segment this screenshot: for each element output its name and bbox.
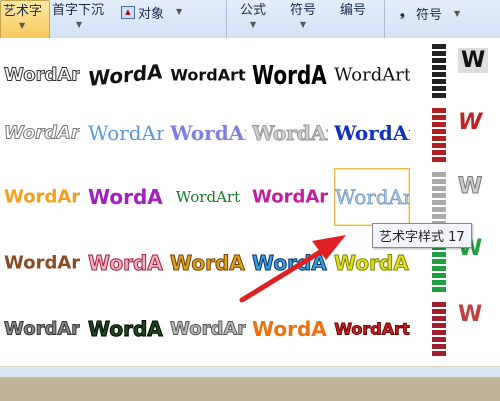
symbol-button[interactable]: 符号 ▼ bbox=[286, 0, 326, 38]
chevron-down-icon: ▼ bbox=[176, 7, 183, 16]
wordart-sample: WordArt bbox=[170, 251, 246, 276]
wordart-style-20[interactable]: WordArt bbox=[88, 234, 164, 292]
chevron-down-icon: ▼ bbox=[300, 20, 307, 29]
wordart-w-style[interactable]: W bbox=[457, 174, 498, 214]
wordart-sample: WordArt bbox=[252, 251, 328, 276]
wordart-sample: WordArt bbox=[88, 57, 164, 92]
wordart-sample: WordArt bbox=[88, 317, 164, 342]
wordart-style-22[interactable]: WordArt bbox=[252, 234, 328, 292]
ribbon-separator bbox=[384, 0, 385, 38]
wordart-vertical-sample bbox=[432, 172, 446, 226]
wordart-style-27[interactable]: WordArt bbox=[170, 300, 246, 358]
formula-button-label: 公式 bbox=[240, 3, 267, 18]
wordart-w-style[interactable]: W bbox=[458, 110, 498, 150]
wordart-vertical-sample bbox=[432, 302, 446, 356]
style-tooltip: 艺术字样式 17 bbox=[372, 223, 472, 248]
wordart-vertical-style[interactable] bbox=[428, 300, 450, 358]
wordart-sample: WordArt bbox=[4, 122, 80, 144]
wordart-style-3[interactable]: WordArt bbox=[170, 46, 246, 104]
wordart-vertical-style[interactable] bbox=[428, 42, 450, 100]
wordart-style-1[interactable]: WordArt bbox=[4, 46, 80, 104]
wordart-sample: WordArt bbox=[4, 64, 80, 86]
wordart-sample: WordArt bbox=[252, 121, 328, 146]
chevron-down-icon: ▼ bbox=[76, 20, 83, 29]
wordart-style-4[interactable]: WordArt bbox=[252, 46, 328, 104]
wordart-sample: WordArt bbox=[335, 185, 409, 210]
ribbon-separator bbox=[226, 0, 227, 38]
wordart-style-11[interactable]: WordArt bbox=[334, 104, 410, 162]
symbol-dropdown-label: 符号 bbox=[416, 8, 443, 23]
status-bar bbox=[0, 366, 500, 401]
symbol-dropdown-button[interactable]: ❟ 符号 ▼ bbox=[396, 0, 470, 38]
wordart-sample: WordArt bbox=[170, 318, 246, 340]
wordart-vertical-sample bbox=[432, 108, 446, 162]
wordart-sample: WordArt bbox=[4, 186, 80, 208]
chevron-down-icon: ▼ bbox=[250, 20, 257, 29]
wordart-sample: WordArt bbox=[88, 121, 164, 145]
wordart-sample: WordArt bbox=[334, 319, 410, 339]
wordart-style-26[interactable]: WordArt bbox=[88, 300, 164, 358]
wordart-vertical-style[interactable] bbox=[428, 106, 450, 164]
wordart-style-21[interactable]: WordArt bbox=[170, 234, 246, 292]
number-button-label: 编号 bbox=[340, 3, 367, 18]
object-button[interactable]: ▲ 对象 ▼ bbox=[118, 0, 188, 38]
wordart-sample: WordArt bbox=[88, 185, 164, 209]
wordart-style-5[interactable]: WordArt bbox=[334, 46, 410, 104]
dropcap-button-label: 首字下沉 bbox=[52, 3, 105, 18]
wordart-sample: WordArt bbox=[252, 59, 328, 91]
wordart-sample: WordArt bbox=[334, 64, 410, 86]
formula-button[interactable]: 公式 ▼ bbox=[236, 0, 276, 38]
wordart-sample: WordArt bbox=[252, 186, 328, 208]
wordart-gallery: WordArt WordArt WordArt WordArt WordArt … bbox=[0, 38, 500, 366]
wordart-style-19[interactable]: WordArt bbox=[4, 234, 80, 292]
wordart-button-label: 艺术字 bbox=[3, 4, 43, 19]
ribbon: 艺术字 ▼ 首字下沉 ▼ ▲ 对象 ▼ 公式 ▼ 符号 ▼ 编号 ❟ 符号 ▼ bbox=[0, 0, 500, 40]
wordart-w-sample: W bbox=[458, 302, 483, 327]
wordart-sample: WordArt bbox=[88, 251, 164, 276]
wordart-sample: WordArt bbox=[334, 251, 410, 276]
number-button[interactable]: 编号 bbox=[336, 0, 376, 38]
wordart-w-sample: W bbox=[458, 110, 483, 135]
wordart-style-7[interactable]: WordArt bbox=[4, 104, 80, 162]
wordart-style-15[interactable]: WordArt bbox=[170, 168, 246, 226]
wordart-sample: WordArt bbox=[170, 65, 246, 85]
wordart-style-16[interactable]: WordArt bbox=[252, 168, 328, 226]
wordart-style-10[interactable]: WordArt bbox=[252, 104, 328, 162]
chevron-down-icon: ▼ bbox=[454, 9, 461, 18]
dropcap-button[interactable]: 首字下沉 ▼ bbox=[50, 0, 114, 38]
wordart-style-17[interactable]: WordArt bbox=[334, 168, 410, 226]
chevron-down-icon: ▼ bbox=[19, 21, 26, 30]
wordart-style-25[interactable]: WordArt bbox=[4, 300, 80, 358]
object-button-label: 对象 bbox=[138, 7, 165, 22]
wordart-w-style[interactable]: W bbox=[458, 302, 498, 342]
wordart-style-8[interactable]: WordArt bbox=[88, 104, 164, 162]
wordart-style-13[interactable]: WordArt bbox=[4, 168, 80, 226]
wordart-w-sample: W bbox=[457, 174, 483, 200]
wordart-w-sample: W bbox=[458, 48, 489, 73]
wordart-style-2[interactable]: WordArt bbox=[88, 46, 164, 104]
wordart-sample: WordArt bbox=[252, 317, 328, 341]
symbol-button-label: 符号 bbox=[290, 3, 317, 18]
symbol-glyph-icon: ❟ bbox=[400, 5, 405, 19]
wordart-style-29[interactable]: WordArt bbox=[334, 300, 410, 358]
wordart-style-9[interactable]: WordArt bbox=[170, 104, 246, 162]
wordart-sample: WordArt bbox=[175, 188, 241, 206]
wordart-vertical-sample bbox=[432, 44, 446, 98]
wordart-sample: WordArt bbox=[334, 121, 410, 145]
wordart-button[interactable]: 艺术字 ▼ bbox=[0, 0, 50, 40]
wordart-vertical-style[interactable] bbox=[428, 170, 450, 228]
wordart-sample: WordArt bbox=[4, 252, 80, 274]
wordart-w-style[interactable]: W bbox=[458, 48, 498, 88]
wordart-style-14[interactable]: WordArt bbox=[88, 168, 164, 226]
wordart-sample: WordArt bbox=[170, 121, 246, 145]
wordart-sample: WordArt bbox=[4, 318, 80, 340]
status-bar-strip bbox=[0, 367, 500, 377]
object-icon: ▲ bbox=[121, 6, 135, 19]
wordart-style-28[interactable]: WordArt bbox=[252, 300, 328, 358]
